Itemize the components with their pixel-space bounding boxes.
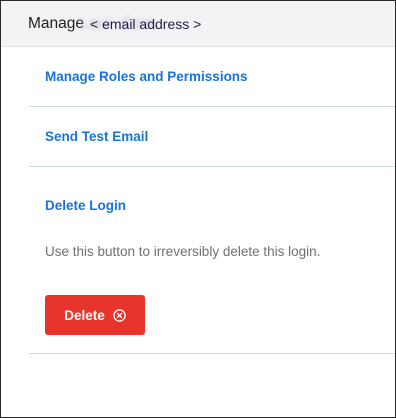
delete-button-label: Delete: [64, 307, 105, 323]
send-test-email-link[interactable]: Send Test Email: [45, 129, 148, 144]
manage-roles-row: Manage Roles and Permissions: [29, 47, 395, 107]
close-circle-icon: [113, 308, 126, 322]
delete-login-heading: Delete Login: [45, 198, 127, 213]
delete-description: Use this button to irreversibly delete t…: [45, 244, 321, 259]
email-address: Laur .Com < email address >: [80, 14, 202, 34]
manage-label: Manage: [28, 14, 85, 32]
manage-roles-link[interactable]: Manage Roles and Permissions: [45, 69, 248, 84]
delete-login-section: Delete Login Use this button to irrevers…: [29, 167, 395, 354]
send-test-email-row: Send Test Email: [29, 107, 395, 167]
panel-content: Manage Roles and Permissions Send Test E…: [29, 47, 395, 354]
delete-button[interactable]: Delete: [45, 295, 145, 335]
email-placeholder: < email address >: [90, 15, 202, 32]
panel-header: Manage Laur .Com < email address >: [1, 1, 395, 47]
manage-login-panel: Manage Laur .Com < email address > Manag…: [0, 0, 396, 418]
page-title: Manage Laur .Com < email address >: [28, 14, 201, 34]
